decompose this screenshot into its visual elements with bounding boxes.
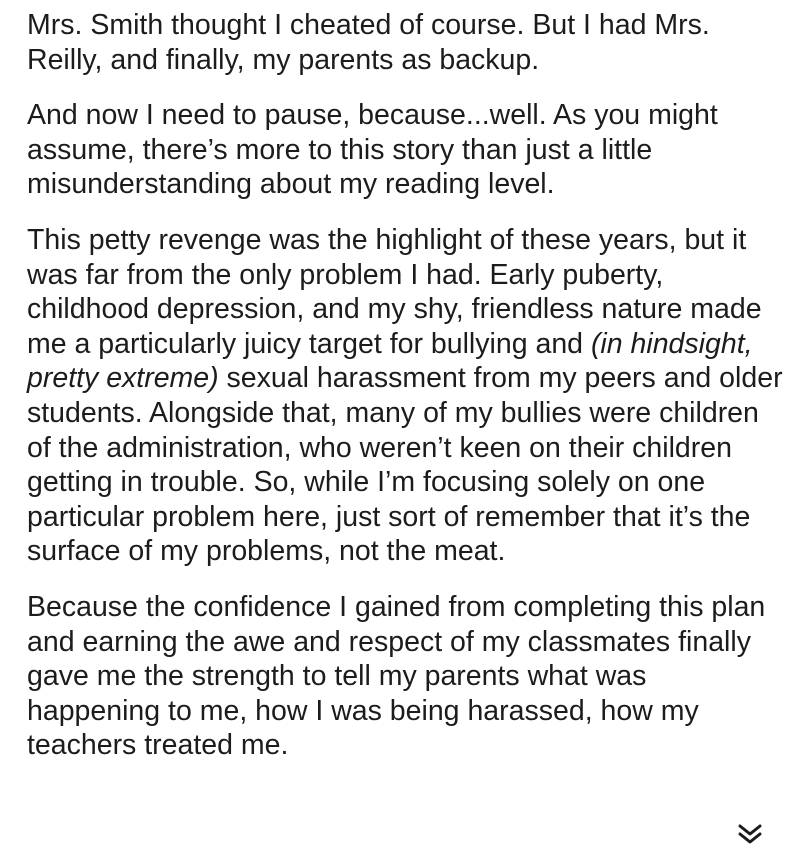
paragraph-2: And now I need to pause, because...well.… bbox=[27, 99, 718, 201]
article-body: Mrs. Smith thought I cheated of course. … bbox=[27, 8, 787, 784]
paragraph-4: Because the confidence I gained from com… bbox=[27, 590, 766, 762]
paragraph-3: This petty revenge was the highlight of … bbox=[27, 223, 787, 569]
double-chevron-down-icon[interactable] bbox=[730, 820, 770, 844]
paragraph-1: Mrs. Smith thought I cheated of course. … bbox=[27, 9, 710, 76]
